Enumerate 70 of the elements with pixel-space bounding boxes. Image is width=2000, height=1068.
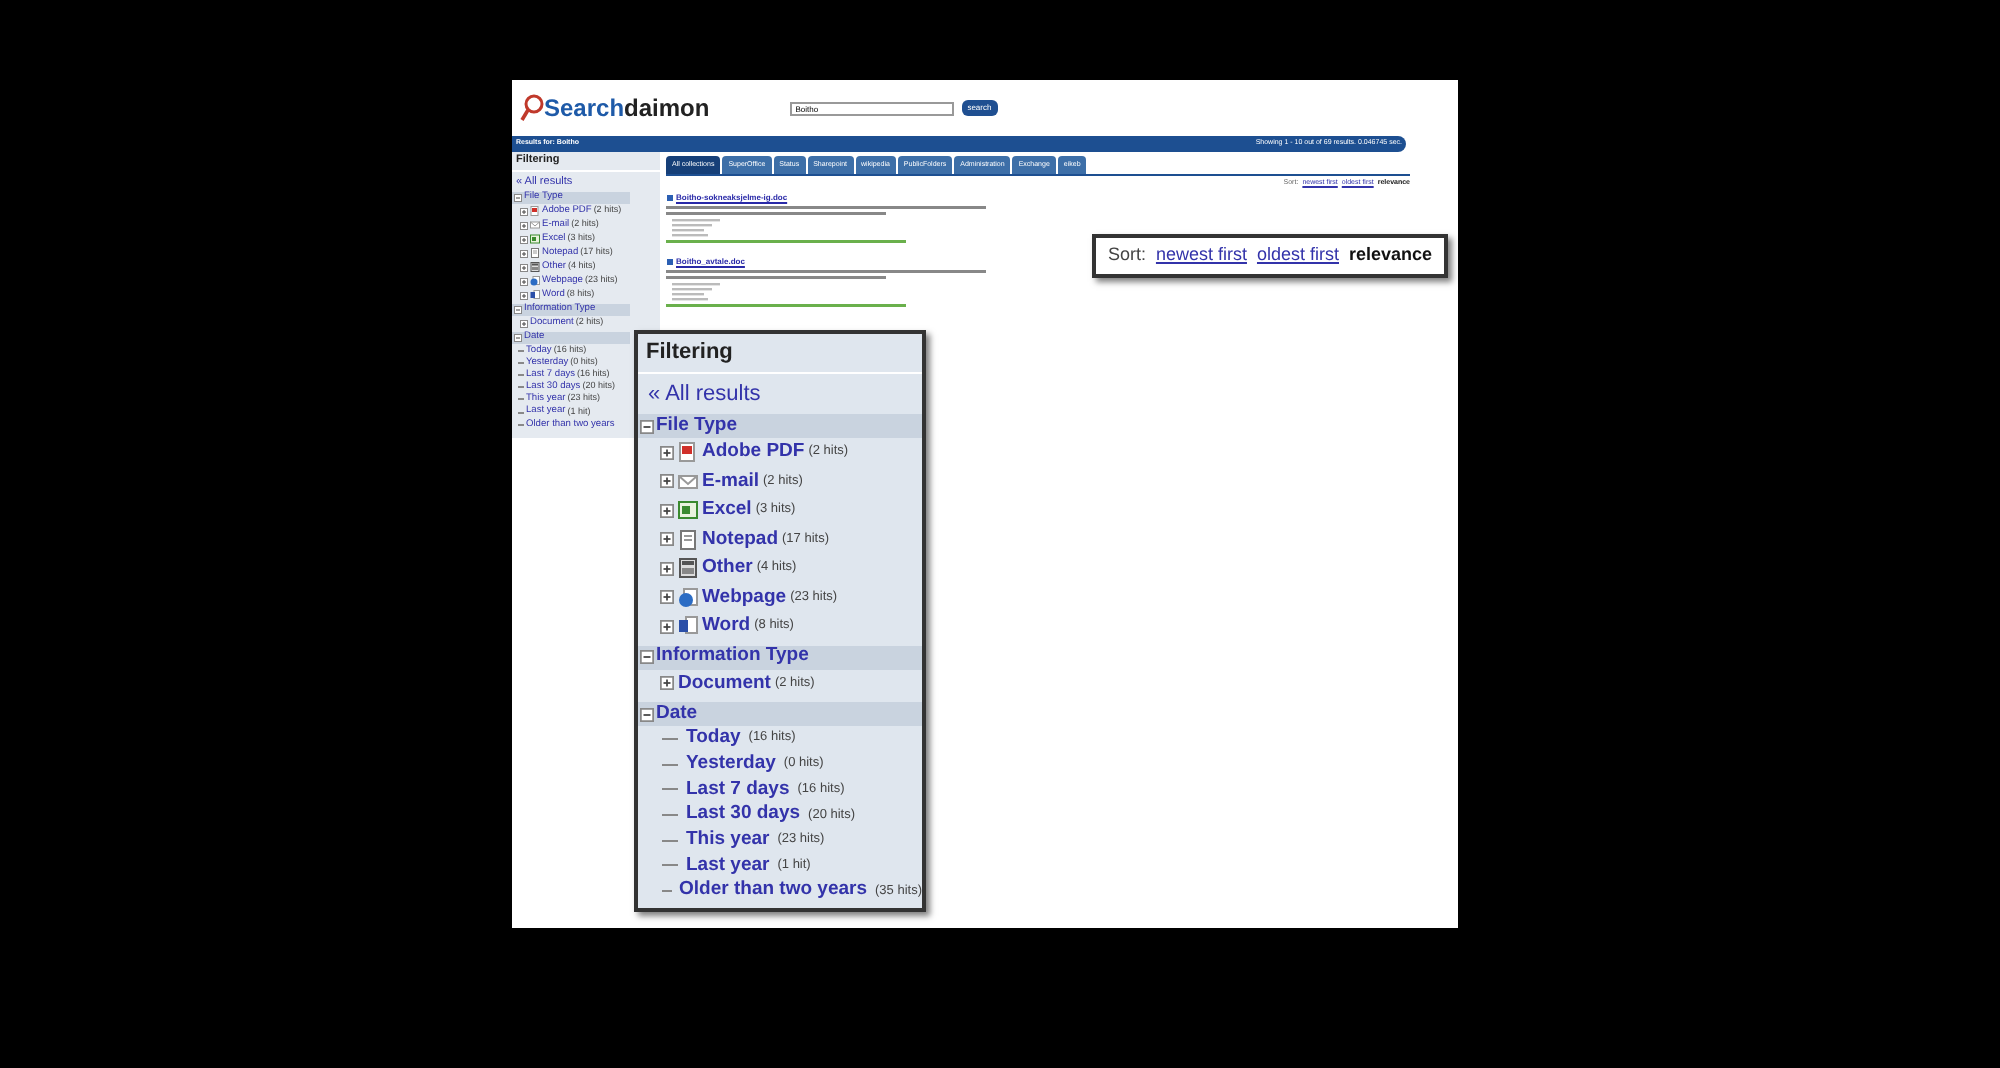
plus-box-icon[interactable] — [660, 532, 674, 547]
spreadsheet-icon — [678, 500, 698, 521]
group-header[interactable]: Information Type — [638, 645, 922, 669]
sort-option-link[interactable]: relevance — [1349, 242, 1433, 270]
document-icon — [666, 258, 674, 267]
filter-link[interactable]: Other — [702, 554, 753, 583]
globe-page-icon — [530, 276, 540, 286]
tree-line — [662, 763, 678, 766]
filter-link[interactable]: This year — [686, 825, 770, 855]
filter-link[interactable]: Older than two years — [679, 876, 868, 906]
tree-line — [662, 839, 678, 842]
plus-box-icon[interactable] — [660, 561, 674, 576]
plus-box-icon[interactable] — [520, 291, 528, 299]
plus-box-icon[interactable] — [660, 445, 674, 460]
filter-link[interactable]: Last 7 days — [686, 775, 790, 804]
calculator-icon — [678, 558, 698, 579]
filter-link[interactable]: Last 30 days — [686, 800, 801, 830]
minus-box-icon[interactable] — [640, 707, 654, 721]
minus-box-icon[interactable] — [514, 334, 522, 342]
sort-option-link[interactable]: newest first — [1155, 242, 1247, 270]
all-results-link[interactable]: « All results — [638, 374, 922, 414]
plus-box-icon[interactable] — [660, 590, 674, 605]
plus-box-icon[interactable] — [520, 263, 528, 271]
filtering-heading: Filtering — [638, 334, 922, 374]
word-document-icon — [530, 290, 540, 300]
minus-box-icon[interactable] — [514, 306, 522, 314]
text-document-icon — [530, 248, 540, 258]
pdf-document-icon — [678, 442, 698, 463]
filter-link[interactable]: E-mail — [702, 467, 760, 496]
filter-link[interactable]: Word — [702, 612, 751, 641]
plus-box-icon[interactable] — [520, 207, 528, 215]
envelope-icon — [678, 471, 698, 492]
plus-box-icon[interactable] — [520, 319, 528, 327]
filter-link[interactable]: Document — [678, 669, 771, 698]
plus-box-icon[interactable] — [660, 619, 674, 634]
tree-line — [662, 788, 678, 791]
plus-box-icon[interactable] — [520, 249, 528, 257]
document-icon — [666, 194, 674, 203]
filter-link[interactable]: Last year — [686, 851, 770, 880]
sort-option-link[interactable]: oldest first — [1256, 242, 1339, 270]
group-header[interactable]: File Type — [638, 414, 922, 438]
sort-label: Sort: — [1107, 242, 1146, 269]
filter-link[interactable]: Excel — [702, 496, 752, 525]
plus-box-icon[interactable] — [520, 235, 528, 243]
plus-box-icon[interactable] — [660, 503, 674, 518]
searchdaimon-logo: Searchdaimon — [520, 94, 710, 122]
filter-link[interactable]: Yesterday — [686, 749, 776, 779]
magnifier-icon — [520, 94, 544, 122]
plus-box-icon[interactable] — [520, 277, 528, 285]
plus-box-icon[interactable] — [660, 474, 674, 489]
filter-link[interactable]: Webpage — [702, 583, 787, 612]
filter-link[interactable]: Today — [686, 724, 741, 753]
plus-box-icon[interactable] — [660, 676, 674, 691]
spreadsheet-icon — [530, 234, 540, 244]
tree-line — [662, 737, 678, 740]
filter-link[interactable]: Adobe PDF — [702, 438, 805, 467]
word-document-icon — [678, 616, 698, 637]
minus-box-icon[interactable] — [514, 194, 522, 202]
filter-link[interactable]: Notepad — [702, 525, 778, 554]
text-document-icon — [678, 529, 698, 550]
minus-box-icon[interactable] — [640, 419, 654, 433]
minus-box-icon[interactable] — [640, 650, 654, 664]
group-header[interactable]: Date — [638, 702, 922, 726]
globe-page-icon — [678, 587, 698, 608]
calculator-icon — [530, 262, 540, 272]
envelope-icon — [530, 220, 540, 230]
tree-line — [662, 864, 678, 867]
plus-box-icon[interactable] — [520, 221, 528, 229]
pdf-document-icon — [530, 206, 540, 216]
tree-line — [662, 813, 678, 816]
